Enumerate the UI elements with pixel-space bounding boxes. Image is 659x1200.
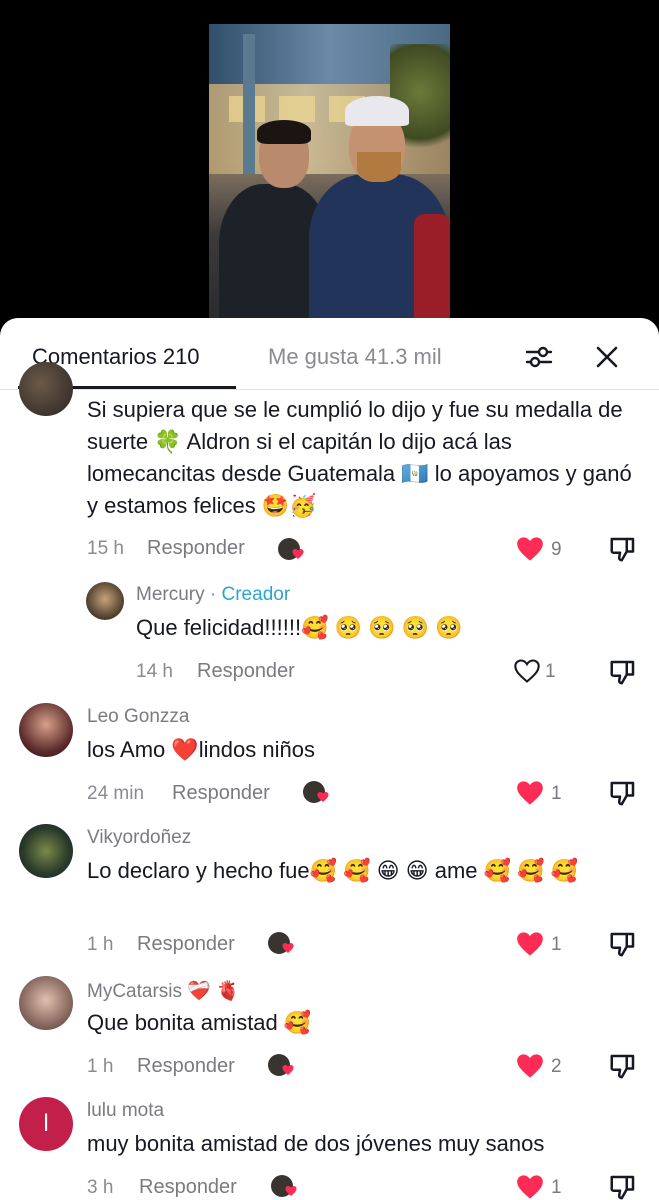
reply-button[interactable]: Responder bbox=[172, 782, 270, 805]
filter-icon[interactable] bbox=[522, 340, 556, 374]
reply-button[interactable]: Responder bbox=[137, 933, 235, 956]
like-heart-icon[interactable] bbox=[516, 931, 544, 957]
avatar[interactable] bbox=[19, 976, 73, 1030]
comment-item: Si supiera que se le cumplió lo dijo y f… bbox=[0, 362, 659, 590]
like-count: 9 bbox=[551, 539, 562, 560]
avatar[interactable] bbox=[19, 824, 73, 878]
video-thumbnail[interactable] bbox=[209, 24, 450, 324]
person-right-beard bbox=[357, 152, 401, 182]
reply-button[interactable]: Responder bbox=[197, 660, 295, 683]
comment-text: muy bonita amistad de dos jóvenes muy sa… bbox=[87, 1131, 545, 1156]
creator-badge: · Creador bbox=[209, 584, 291, 605]
dislike-icon[interactable] bbox=[608, 657, 638, 687]
comment-time: 15 h bbox=[87, 538, 124, 559]
reply-button[interactable]: Responder bbox=[139, 1176, 237, 1199]
comment-item: Vikyordoñez Lo declaro y hecho fue🥰 🥰 😁 … bbox=[0, 822, 659, 972]
like-heart-icon[interactable] bbox=[516, 780, 544, 806]
like-count: 1 bbox=[551, 783, 562, 804]
dislike-icon[interactable] bbox=[608, 1172, 638, 1200]
like-heart-icon[interactable] bbox=[516, 1053, 544, 1079]
comment-text: Que felicidad!!!!!!🥰 🥺 🥺 🥺 🥺 bbox=[136, 615, 463, 640]
video-pillar bbox=[243, 34, 255, 174]
comment-username[interactable]: Mercury · Creador bbox=[136, 584, 290, 606]
reply-button[interactable]: Responder bbox=[137, 1055, 235, 1078]
comment-time: 24 min bbox=[87, 783, 145, 804]
like-count: 2 bbox=[551, 1056, 562, 1077]
like-heart-icon[interactable] bbox=[516, 536, 544, 562]
like-heart-icon[interactable] bbox=[516, 1174, 544, 1200]
dislike-icon[interactable] bbox=[608, 778, 638, 808]
creator-heart-icon bbox=[285, 1186, 297, 1196]
dislike-icon[interactable] bbox=[608, 1051, 638, 1081]
dislike-icon[interactable] bbox=[608, 534, 638, 564]
avatar-letter: l bbox=[43, 1110, 49, 1137]
comment-username[interactable]: Vikyordoñez bbox=[87, 827, 191, 849]
creator-heart-icon bbox=[282, 943, 294, 953]
reply-comment-item: Mercury · Creador Que felicidad!!!!!!🥰 🥺… bbox=[0, 580, 659, 700]
avatar[interactable] bbox=[86, 582, 124, 620]
comment-time: 1 h bbox=[87, 934, 114, 955]
like-count: 1 bbox=[545, 661, 556, 682]
comment-time: 14 h bbox=[136, 661, 173, 682]
comment-text: Que bonita amistad 🥰 bbox=[87, 1010, 312, 1035]
avatar[interactable]: l bbox=[19, 1097, 73, 1151]
comment-time: 1 h bbox=[87, 1056, 114, 1077]
creator-heart-icon bbox=[292, 549, 304, 559]
creator-heart-icon bbox=[282, 1065, 294, 1075]
like-count: 1 bbox=[551, 1177, 562, 1198]
comment-text: Si supiera que se le cumplió lo dijo y f… bbox=[87, 397, 632, 518]
video-player[interactable] bbox=[0, 0, 659, 330]
dislike-icon[interactable] bbox=[608, 929, 638, 959]
person-left-hair bbox=[257, 120, 311, 144]
like-count: 1 bbox=[551, 934, 562, 955]
comment-item: l lulu mota muy bonita amistad de dos jó… bbox=[0, 1095, 659, 1200]
person-right-cap bbox=[345, 96, 409, 126]
person-right-sleeve bbox=[414, 214, 450, 324]
close-icon[interactable] bbox=[590, 340, 624, 374]
creator-heart-icon bbox=[317, 792, 329, 802]
comment-text: Lo declaro y hecho fue🥰 🥰 😁 😁 ame 🥰 🥰 🥰 bbox=[87, 858, 579, 883]
tab-likes[interactable]: Me gusta 41.3 mil bbox=[268, 344, 442, 370]
reply-button[interactable]: Responder bbox=[147, 537, 245, 560]
comment-username[interactable]: MyCatarsis ❤️‍🩹 🫀 bbox=[87, 979, 240, 1003]
comment-text: los Amo ❤️lindos niños bbox=[87, 737, 315, 762]
video-window bbox=[279, 96, 315, 122]
comment-item: Leo Gonzza los Amo ❤️lindos niños 24 min… bbox=[0, 701, 659, 821]
avatar[interactable] bbox=[19, 362, 73, 416]
comment-time: 3 h bbox=[87, 1177, 114, 1198]
comments-sheet: Comentarios 210 Me gusta 41.3 mil Si sup… bbox=[0, 318, 659, 1200]
comment-item: MyCatarsis ❤️‍🩹 🫀 Que bonita amistad 🥰 1… bbox=[0, 974, 659, 1094]
comment-username[interactable]: Leo Gonzza bbox=[87, 706, 189, 728]
avatar[interactable] bbox=[19, 703, 73, 757]
comment-username[interactable]: lulu mota bbox=[87, 1100, 164, 1122]
comments-tabbar: Comentarios 210 Me gusta 41.3 mil bbox=[0, 318, 659, 390]
like-heart-outline-icon[interactable] bbox=[513, 658, 541, 684]
